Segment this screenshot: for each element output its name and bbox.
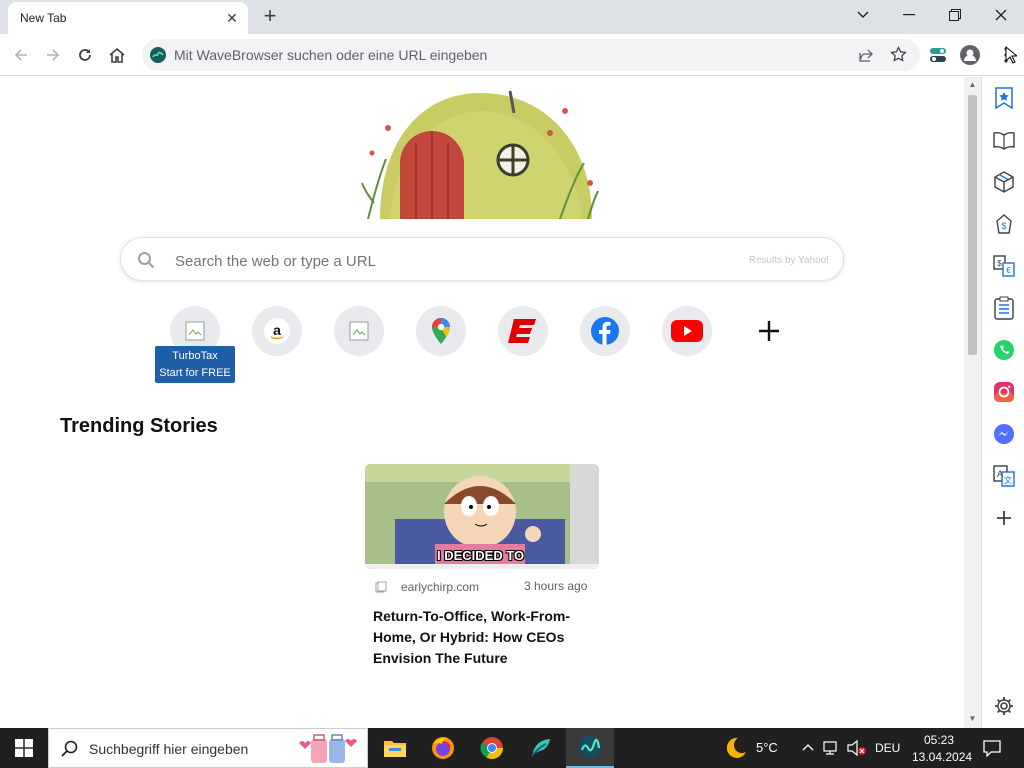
- search-provider-label: Results by Yahoo!: [748, 255, 829, 266]
- add-icon[interactable]: [992, 506, 1016, 530]
- firefox-icon[interactable]: [419, 728, 467, 768]
- forward-arrow-icon[interactable]: [40, 42, 66, 68]
- espn-icon: [508, 319, 536, 343]
- shopping-icon[interactable]: $: [992, 212, 1016, 236]
- luggage-illustration-icon: [299, 734, 357, 763]
- broken-image-icon: [349, 321, 369, 341]
- browser-toolbar: Mit WaveBrowser suchen oder eine URL ein…: [0, 34, 1024, 76]
- box-icon[interactable]: [992, 170, 1016, 194]
- search-box[interactable]: Search the web or type a URL Results by …: [120, 237, 844, 281]
- windows-start-icon[interactable]: [0, 728, 48, 768]
- story-title[interactable]: Return-To-Office, Work-From-Home, Or Hyb…: [373, 606, 595, 669]
- close-window-icon[interactable]: [981, 2, 1021, 28]
- svg-text:a: a: [273, 322, 281, 338]
- svg-text:文: 文: [1004, 475, 1012, 485]
- shortcut-unknown[interactable]: [334, 306, 384, 356]
- wavebrowser-logo-icon: [150, 47, 166, 63]
- amazon-icon: a: [264, 318, 290, 344]
- tab-new-tab[interactable]: New Tab ✕: [8, 2, 248, 34]
- shortcut-google-maps[interactable]: [416, 306, 466, 356]
- shortcut-tooltip: TurboTax Start for FREE: [155, 346, 235, 383]
- search-icon: [138, 252, 155, 269]
- search-icon: [61, 740, 78, 757]
- shortcut-espn[interactable]: [498, 306, 548, 356]
- youtube-icon: [671, 320, 703, 342]
- translate-icon[interactable]: A文: [992, 464, 1016, 488]
- bookmark-star-icon[interactable]: [992, 86, 1016, 110]
- new-tab-page: Search the web or type a URL Results by …: [0, 77, 964, 728]
- close-icon[interactable]: ✕: [224, 10, 240, 26]
- whatsapp-icon[interactable]: [992, 338, 1016, 362]
- facebook-icon: [591, 317, 619, 345]
- tab-strip: New Tab ✕ +: [0, 0, 1024, 34]
- bookmark-star-icon[interactable]: [890, 46, 907, 63]
- shortcut-youtube[interactable]: [662, 306, 712, 356]
- side-panel: $ $ € A文: [981, 77, 1024, 728]
- shortcut-facebook[interactable]: [580, 306, 630, 356]
- search-placeholder: Search the web or type a URL: [175, 253, 376, 270]
- messenger-icon[interactable]: [992, 422, 1016, 446]
- google-maps-icon: [432, 318, 450, 344]
- trending-heading: Trending Stories: [60, 415, 218, 437]
- page-scrollbar[interactable]: ▲ ▼: [964, 77, 981, 728]
- file-explorer-icon[interactable]: [371, 728, 419, 768]
- tooltip-line-2: Start for FREE: [159, 367, 231, 379]
- svg-text:€: €: [1006, 266, 1011, 275]
- broken-image-icon: [185, 321, 205, 341]
- shortcut-amazon[interactable]: a: [252, 306, 302, 356]
- minimize-icon[interactable]: [889, 2, 929, 28]
- hobbit-house-illustration: [361, 90, 599, 219]
- network-icon[interactable]: [823, 739, 841, 757]
- address-bar[interactable]: Mit WaveBrowser suchen oder eine URL ein…: [142, 39, 920, 71]
- profile-avatar-icon[interactable]: [957, 42, 983, 68]
- tab-search-chevron-icon[interactable]: [843, 2, 883, 28]
- add-shortcut-button[interactable]: [744, 306, 794, 356]
- currency-convert-icon[interactable]: $ €: [992, 254, 1016, 278]
- tab-title: New Tab: [20, 11, 67, 25]
- restore-icon[interactable]: [935, 2, 975, 28]
- weather-moon-icon[interactable]: [722, 736, 748, 760]
- chevron-up-icon[interactable]: [802, 743, 814, 751]
- language-indicator[interactable]: DEU: [875, 741, 900, 755]
- tooltip-line-1: TurboTax: [172, 350, 218, 362]
- clock-date[interactable]: 13.04.2024: [912, 750, 972, 764]
- svg-text:A: A: [997, 469, 1003, 479]
- back-arrow-icon[interactable]: [8, 42, 34, 68]
- taskbar-search-placeholder: Suchbegriff hier eingeben: [89, 741, 249, 757]
- source-favicon-icon: [375, 581, 387, 593]
- instagram-icon[interactable]: [992, 380, 1016, 404]
- reading-icon[interactable]: [992, 128, 1016, 152]
- new-tab-plus-icon[interactable]: +: [258, 4, 282, 28]
- scroll-down-arrow-icon[interactable]: ▼: [968, 715, 977, 723]
- windows-taskbar: Suchbegriff hier eingeben 5°C DEU 05:23 …: [0, 728, 1024, 768]
- story-time: 3 hours ago: [524, 579, 588, 593]
- notification-icon[interactable]: [983, 739, 1001, 757]
- chrome-icon[interactable]: [468, 728, 516, 768]
- share-icon[interactable]: [858, 47, 874, 63]
- wavebrowser-taskbar-icon[interactable]: [566, 728, 614, 768]
- address-bar-placeholder: Mit WaveBrowser suchen oder eine URL ein…: [174, 47, 488, 63]
- checklist-icon[interactable]: [992, 296, 1016, 320]
- mouse-cursor-icon: [1005, 46, 1017, 64]
- scrollbar-thumb[interactable]: [968, 95, 977, 355]
- story-image-caption: I DECIDED TO: [437, 548, 525, 563]
- story-thumbnail[interactable]: I DECIDED TO: [365, 464, 599, 569]
- extension-toggle-icon[interactable]: [925, 42, 951, 68]
- wave-app-icon[interactable]: [517, 728, 565, 768]
- weather-temperature[interactable]: 5°C: [756, 740, 778, 755]
- clock-time[interactable]: 05:23: [924, 733, 954, 747]
- taskbar-search-box[interactable]: Suchbegriff hier eingeben: [48, 728, 368, 768]
- home-icon[interactable]: [104, 42, 130, 68]
- scroll-up-arrow-icon[interactable]: ▲: [968, 81, 977, 89]
- settings-icon[interactable]: [992, 694, 1016, 718]
- menu-kebab-icon[interactable]: [993, 42, 1019, 68]
- svg-text:$: $: [1001, 221, 1006, 231]
- svg-text:$: $: [997, 259, 1002, 268]
- volume-muted-icon[interactable]: [847, 739, 867, 757]
- add-icon: [759, 321, 779, 341]
- reload-icon[interactable]: [72, 42, 98, 68]
- story-source[interactable]: earlychirp.com: [401, 580, 479, 594]
